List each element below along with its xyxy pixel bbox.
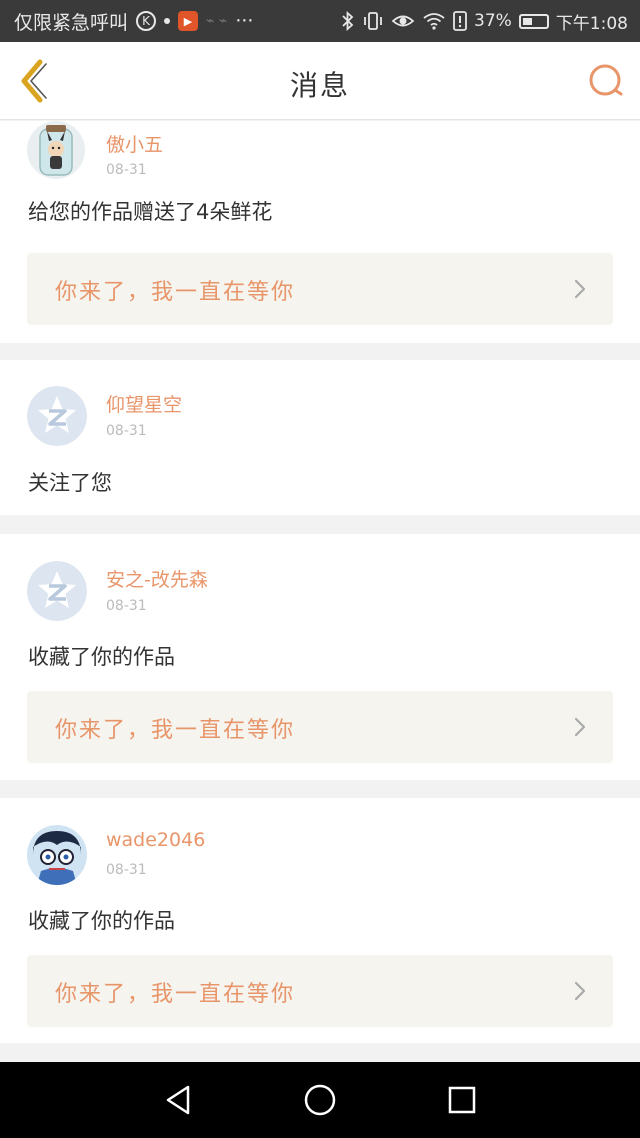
avatar[interactable] — [27, 386, 87, 446]
quoted-work-text: 你来了，我一直在等你 — [55, 982, 296, 1007]
message-card[interactable]: 安之-改先森 08-31 收藏了你的作品 你来了，我一直在等你 — [0, 534, 640, 780]
vibrate-icon — [364, 12, 382, 30]
sim-alert-icon — [453, 11, 467, 31]
chevron-right-icon — [574, 279, 586, 299]
message-card[interactable]: 傲小五 08-31 给您的作品赠送了4朵鲜花 你来了，我一直在等你 — [0, 121, 640, 343]
eye-icon — [391, 15, 415, 27]
back-triangle-icon — [166, 1085, 190, 1115]
avatar[interactable] — [27, 121, 85, 179]
message-time: 08-31 — [106, 862, 147, 878]
app-header: 消息 — [0, 42, 640, 120]
quoted-work[interactable]: 你来了，我一直在等你 — [27, 691, 613, 763]
message-action: 关注了您 — [28, 471, 112, 495]
message-action: 收藏了你的作品 — [28, 645, 175, 669]
search-icon — [589, 64, 623, 96]
home-circle-icon — [304, 1084, 336, 1116]
default-qzone-avatar — [27, 561, 87, 621]
anime-boy-avatar — [27, 825, 87, 885]
battery-icon — [518, 13, 549, 29]
notification-dot-icon — [164, 18, 171, 24]
username[interactable]: wade2046 — [106, 829, 205, 851]
search-button[interactable] — [586, 61, 626, 101]
carrier-text: 仅限紧急呼叫 — [14, 11, 129, 34]
message-time: 08-31 — [106, 162, 147, 178]
recents-square-icon — [448, 1086, 476, 1114]
nav-recents-button[interactable] — [444, 1082, 480, 1118]
default-qzone-avatar — [27, 386, 87, 446]
nav-home-button[interactable] — [302, 1082, 338, 1118]
bottle-character-avatar — [27, 121, 85, 179]
message-card[interactable]: wade2046 08-31 收藏了你的作品 你来了，我一直在等你 — [0, 798, 640, 1043]
message-action: 给您的作品赠送了4朵鲜花 — [28, 200, 273, 224]
nav-back-button[interactable] — [160, 1082, 196, 1118]
quoted-work[interactable]: 你来了，我一直在等你 — [27, 955, 613, 1027]
message-time: 08-31 — [106, 423, 147, 439]
chevron-right-icon — [574, 981, 586, 1001]
message-action: 收藏了你的作品 — [28, 909, 175, 933]
faint-notification-icons: ⌁ ⌁ — [206, 13, 228, 29]
video-app-icon: ▶ — [178, 11, 199, 31]
system-nav-bar — [0, 1062, 640, 1138]
quoted-work[interactable]: 你来了，我一直在等你 — [27, 253, 613, 325]
username[interactable]: 仰望星空 — [106, 390, 182, 417]
battery-percent: 37% — [474, 11, 512, 31]
username[interactable]: 安之-改先森 — [106, 565, 208, 592]
status-bar: 仅限紧急呼叫 K ▶ ⌁ ⌁ ··· 37% 下午1:08 — [0, 0, 640, 42]
quoted-work-text: 你来了，我一直在等你 — [55, 718, 296, 743]
clock: 下午1:08 — [555, 13, 628, 34]
avatar[interactable] — [27, 825, 87, 885]
bluetooth-icon — [342, 11, 354, 31]
message-time: 08-31 — [106, 598, 147, 614]
page-title: 消息 — [289, 69, 350, 102]
k-badge-icon: K — [136, 11, 157, 31]
chevron-right-icon — [574, 717, 586, 737]
more-notifications-icon: ··· — [235, 10, 254, 32]
wifi-icon — [423, 13, 445, 30]
avatar[interactable] — [27, 561, 87, 621]
quoted-work-text: 你来了，我一直在等你 — [55, 280, 296, 305]
username[interactable]: 傲小五 — [106, 130, 163, 157]
message-card[interactable]: 仰望星空 08-31 关注了您 — [0, 360, 640, 515]
message-list[interactable]: 傲小五 08-31 给您的作品赠送了4朵鲜花 你来了，我一直在等你 仰望星空 0… — [0, 121, 640, 1062]
